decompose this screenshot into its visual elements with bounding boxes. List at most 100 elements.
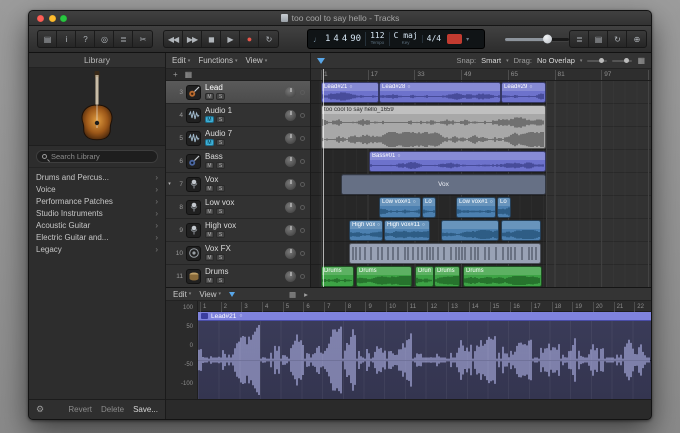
solo-button[interactable]: S: [216, 162, 225, 169]
forward-button[interactable]: ▶▶: [183, 31, 202, 47]
delete-button[interactable]: Delete: [101, 405, 124, 414]
region-high-vox-11[interactable]: High vox#11 ○: [384, 220, 430, 241]
editor-edit-menu[interactable]: Edit ▾: [173, 290, 191, 299]
pan-knob[interactable]: [285, 109, 296, 121]
minimize-button[interactable]: [48, 14, 56, 22]
mute-button[interactable]: M: [205, 162, 214, 169]
pan-knob[interactable]: [285, 270, 296, 282]
track-sort-icon[interactable]: ▦: [185, 70, 193, 79]
mute-button[interactable]: M: [205, 254, 214, 261]
solo-button[interactable]: S: [216, 93, 225, 100]
library-search-input[interactable]: Search Library: [36, 150, 158, 163]
close-button[interactable]: [37, 14, 44, 22]
pan-knob[interactable]: [285, 86, 296, 98]
region-lo[interactable]: Lo: [497, 197, 511, 218]
library-toggle-button[interactable]: ▤: [38, 31, 57, 47]
zoom-presets-icon[interactable]: ▦: [637, 56, 645, 65]
track-header-high-vox[interactable]: 9 High vox M S: [166, 219, 310, 242]
playhead[interactable]: [323, 69, 324, 287]
cycle-button[interactable]: ↻: [259, 31, 278, 47]
track-header-drums[interactable]: 11 Drums M S: [166, 265, 310, 287]
lcd-timesig[interactable]: 4/4: [427, 35, 441, 43]
lcd-position-field-2[interactable]: 4: [342, 34, 347, 44]
region-drums[interactable]: Drums: [434, 266, 460, 287]
drag-menu[interactable]: No Overlap: [537, 56, 575, 65]
rewind-button[interactable]: ◀◀: [164, 31, 183, 47]
track-header-bass[interactable]: 6 Bass M S: [166, 150, 310, 173]
region-bass-01[interactable]: Bass#01 ○: [369, 151, 546, 172]
record-button[interactable]: ●: [240, 31, 259, 47]
solo-button[interactable]: S: [216, 254, 225, 261]
track-on-led[interactable]: [300, 112, 305, 118]
arrange-ruler[interactable]: 1 17 33 49 65 81 97 113: [311, 69, 651, 81]
zoom-slider-horizontal[interactable]: [587, 57, 608, 63]
editor-funnel-icon[interactable]: [229, 291, 236, 297]
track-on-led[interactable]: [300, 158, 305, 164]
region-lead-28[interactable]: Lead#28 ○: [379, 82, 501, 103]
library-item[interactable]: Acoustic Guitar ›: [29, 219, 165, 231]
mute-button[interactable]: M: [205, 185, 214, 192]
solo-button[interactable]: S: [216, 139, 225, 146]
region-drums[interactable]: Drums: [415, 266, 434, 287]
pan-knob[interactable]: [285, 178, 296, 190]
library-item[interactable]: Legacy ›: [29, 243, 165, 255]
pan-knob[interactable]: [285, 247, 296, 259]
region-lead-29[interactable]: Lead#29 ○: [501, 82, 546, 103]
track-header-low-vox[interactable]: 8 Low vox M S: [166, 196, 310, 219]
track-on-led[interactable]: [300, 204, 305, 210]
master-volume-slider[interactable]: [505, 30, 569, 48]
region-drums[interactable]: Drums: [463, 266, 542, 287]
lcd-position-field-1[interactable]: 4: [333, 34, 338, 44]
pan-knob[interactable]: [285, 201, 296, 213]
mixer-button[interactable]: ≣: [114, 31, 133, 47]
tracks-functions-menu[interactable]: Functions ▾: [198, 56, 237, 65]
library-item[interactable]: Studio Instruments ›: [29, 207, 165, 219]
inspector-button[interactable]: i: [57, 31, 76, 47]
region[interactable]: [349, 243, 541, 264]
solo-button[interactable]: S: [216, 116, 225, 123]
track-on-led[interactable]: [300, 227, 305, 233]
browsers-button[interactable]: ⊕: [627, 31, 646, 47]
disclosure-triangle-icon[interactable]: ▾: [166, 181, 173, 187]
mute-button[interactable]: M: [205, 139, 214, 146]
track-header-lead[interactable]: 3 Lead M S: [166, 81, 310, 104]
region-drums[interactable]: Drums: [321, 266, 354, 287]
titlebar[interactable]: too cool to say hello - Tracks: [29, 11, 651, 26]
track-on-led[interactable]: [300, 250, 305, 256]
editor-view-mode-icon[interactable]: ▦: [289, 290, 296, 299]
revert-button[interactable]: Revert: [68, 405, 92, 414]
solo-button[interactable]: S: [216, 277, 225, 284]
note-pads-button[interactable]: ▤: [589, 31, 608, 47]
region[interactable]: [441, 220, 499, 241]
stop-button[interactable]: ◼: [202, 31, 221, 47]
editor-catch-icon[interactable]: ▸: [304, 290, 308, 299]
quick-help-button[interactable]: ?: [76, 31, 95, 47]
zoom-slider-vertical[interactable]: [612, 57, 633, 63]
play-button[interactable]: ▶: [221, 31, 240, 47]
solo-button[interactable]: S: [216, 208, 225, 215]
lcd-display[interactable]: ♩ 1 4 4 90 112 Tempo C maj Key 4/4 ▾: [307, 29, 485, 49]
tracks-view-menu[interactable]: View ▾: [246, 56, 268, 65]
solo-button[interactable]: S: [216, 231, 225, 238]
pan-knob[interactable]: [285, 224, 296, 236]
region-vox[interactable]: Vox: [341, 174, 546, 195]
pan-knob[interactable]: [285, 155, 296, 167]
solo-button[interactable]: S: [216, 185, 225, 192]
region[interactable]: [501, 220, 541, 241]
add-track-button[interactable]: +: [173, 70, 178, 79]
apple-loops-button[interactable]: ↻: [608, 31, 627, 47]
track-header-audio-7[interactable]: 5 Audio 7MS: [166, 127, 310, 150]
track-header-audio-1[interactable]: 4 Audio 1MS: [166, 104, 310, 127]
mute-button[interactable]: M: [205, 93, 214, 100]
lcd-key[interactable]: C maj: [394, 32, 418, 40]
gear-icon[interactable]: ⚙: [36, 404, 44, 415]
library-item[interactable]: Performance Patches ›: [29, 195, 165, 207]
track-on-led[interactable]: [300, 89, 305, 95]
editor-region-header[interactable]: Lead#21 ○: [198, 312, 651, 321]
track-header-vox[interactable]: ▾ 7 Vox M S: [166, 173, 310, 196]
tracks-edit-menu[interactable]: Edit ▾: [172, 56, 190, 65]
track-on-led[interactable]: [300, 135, 305, 141]
library-item[interactable]: Drums and Percus... ›: [29, 171, 165, 183]
lcd-position-field-3[interactable]: 90: [350, 34, 361, 44]
volume-knob[interactable]: [543, 34, 553, 44]
